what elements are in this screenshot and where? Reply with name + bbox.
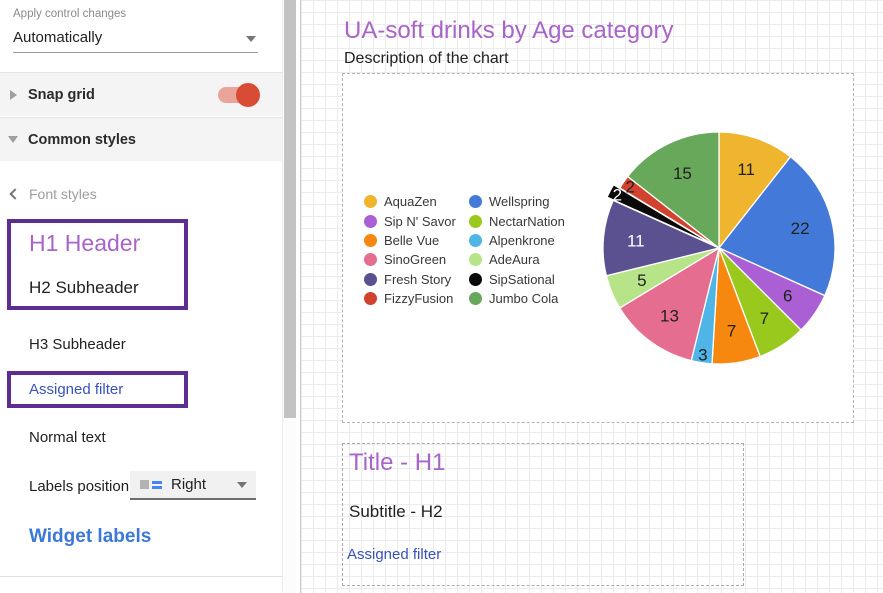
legend-color-chip: [469, 215, 482, 228]
legend-item[interactable]: Sip N' Savor: [364, 211, 456, 230]
collapsed-triangle-icon: [10, 90, 17, 100]
legend-label: FizzyFusion: [384, 291, 453, 306]
toggle-knob: [236, 83, 260, 107]
chevron-left-icon: [9, 188, 20, 199]
legend-item[interactable]: Jumbo Cola: [469, 289, 565, 308]
sidebar-section-divider: [0, 576, 283, 577]
h1-header-sample: H1 Header: [29, 230, 140, 257]
legend-column-2: Wellspring NectarNation Alpenkrone AdeAura S…: [469, 192, 565, 308]
apply-control-changes-select[interactable]: Automatically: [13, 27, 258, 53]
common-styles-label: Common styles: [28, 132, 136, 148]
legend-color-chip: [469, 273, 482, 286]
expanded-triangle-icon: [8, 136, 18, 143]
legend-label: AdeAura: [489, 252, 540, 267]
text-block-title: Title - H1: [349, 449, 445, 477]
pie-slice-value: 13: [660, 306, 679, 325]
legend-label: Alpenkrone: [489, 233, 555, 248]
annotation-box-headers: H1 Header H2 Subheader: [7, 219, 188, 310]
pie-chart[interactable]: 11226773135112215: [589, 118, 849, 378]
labels-position-value: Right: [171, 476, 206, 493]
pie-chart-widget[interactable]: AquaZen Sip N' Savor Belle Vue SinoGreen Fre…: [342, 73, 854, 423]
chart-title: UA-soft drinks by Age category: [344, 17, 673, 45]
legend-item[interactable]: SinoGreen: [364, 250, 456, 269]
legend-item[interactable]: NectarNation: [469, 211, 565, 230]
widget-labels-heading: Widget labels: [29, 526, 151, 548]
pie-slice-value: 2: [613, 186, 622, 205]
legend-column-1: AquaZen Sip N' Savor Belle Vue SinoGreen Fre…: [364, 192, 456, 308]
common-styles-section-row[interactable]: Common styles: [0, 117, 283, 161]
pie-slice-value: 15: [673, 164, 692, 183]
annotation-box-assigned-filter: Assigned filter: [7, 371, 188, 408]
legend-label: AquaZen: [384, 194, 437, 209]
report-canvas[interactable]: UA-soft drinks by Age category Descripti…: [300, 0, 883, 593]
legend-item[interactable]: Belle Vue: [364, 231, 456, 250]
apply-control-changes-value: Automatically: [13, 29, 102, 46]
pie-slice-value: 2: [625, 178, 634, 197]
sidebar-scrollbar-thumb[interactable]: [284, 0, 296, 418]
legend-label: Belle Vue: [384, 233, 439, 248]
h2-subheader-sample: H2 Subheader: [29, 278, 139, 298]
legend-color-chip: [364, 215, 377, 228]
legend-label: SinoGreen: [384, 252, 446, 267]
sidebar-scrollbar-track[interactable]: [282, 0, 296, 593]
legend-item[interactable]: FizzyFusion: [364, 289, 456, 308]
legend-color-chip: [364, 292, 377, 305]
pie-slice-value: 7: [760, 309, 769, 328]
legend-color-chip: [469, 292, 482, 305]
pie-slice-value: 5: [637, 271, 646, 290]
snap-grid-label: Snap grid: [28, 87, 95, 103]
legend-label: NectarNation: [489, 214, 565, 229]
legend-label: Fresh Story: [384, 272, 451, 287]
text-block-assigned-filter: Assigned filter: [347, 546, 441, 563]
labels-position-label: Labels position: [29, 478, 129, 495]
text-block-subtitle: Subtitle - H2: [349, 502, 443, 522]
labels-position-select[interactable]: Right: [130, 471, 256, 500]
assigned-filter-sample: Assigned filter: [29, 381, 123, 398]
legend-color-chip: [469, 234, 482, 247]
legend-color-chip: [364, 234, 377, 247]
legend-item[interactable]: Alpenkrone: [469, 231, 565, 250]
legend-color-chip: [364, 273, 377, 286]
snap-grid-section-row[interactable]: Snap grid: [0, 72, 283, 116]
legend-label: Jumbo Cola: [489, 291, 558, 306]
legend-item[interactable]: SipSational: [469, 270, 565, 289]
legend-color-chip: [469, 253, 482, 266]
legend-color-chip: [364, 195, 377, 208]
h3-subheader-sample: H3 Subheader: [29, 336, 126, 353]
snap-grid-toggle[interactable]: [218, 87, 255, 103]
apply-control-changes-label: Apply control changes: [13, 8, 126, 20]
font-styles-back-button[interactable]: Font styles: [11, 186, 97, 202]
legend-label: Wellspring: [489, 194, 549, 209]
pie-slice-value: 22: [791, 219, 810, 238]
font-styles-label: Font styles: [29, 186, 97, 202]
legend-item[interactable]: Wellspring: [469, 192, 565, 211]
legend-label: Sip N' Savor: [384, 214, 456, 229]
dropdown-arrow-icon: [237, 482, 247, 488]
legend-item[interactable]: AquaZen: [364, 192, 456, 211]
legend-color-chip: [364, 253, 377, 266]
legend-item[interactable]: AdeAura: [469, 250, 565, 269]
legend-right-icon: [140, 480, 162, 489]
text-block-widget[interactable]: Title - H1 Subtitle - H2 Assigned filter: [342, 443, 744, 586]
legend-color-chip: [469, 195, 482, 208]
pie-slice-value: 3: [698, 346, 707, 365]
dropdown-arrow-icon: [246, 36, 256, 42]
normal-text-sample: Normal text: [29, 429, 106, 446]
pie-slice-value: 11: [737, 160, 755, 179]
legend-label: SipSational: [489, 272, 555, 287]
pie-slice-value: 6: [783, 286, 792, 305]
chart-description: Description of the chart: [344, 50, 509, 68]
legend-item[interactable]: Fresh Story: [364, 270, 456, 289]
pie-slice-value: 11: [627, 231, 645, 250]
style-settings-sidebar: Apply control changes Automatically Snap…: [0, 0, 300, 593]
pie-slice-value: 7: [727, 322, 736, 341]
